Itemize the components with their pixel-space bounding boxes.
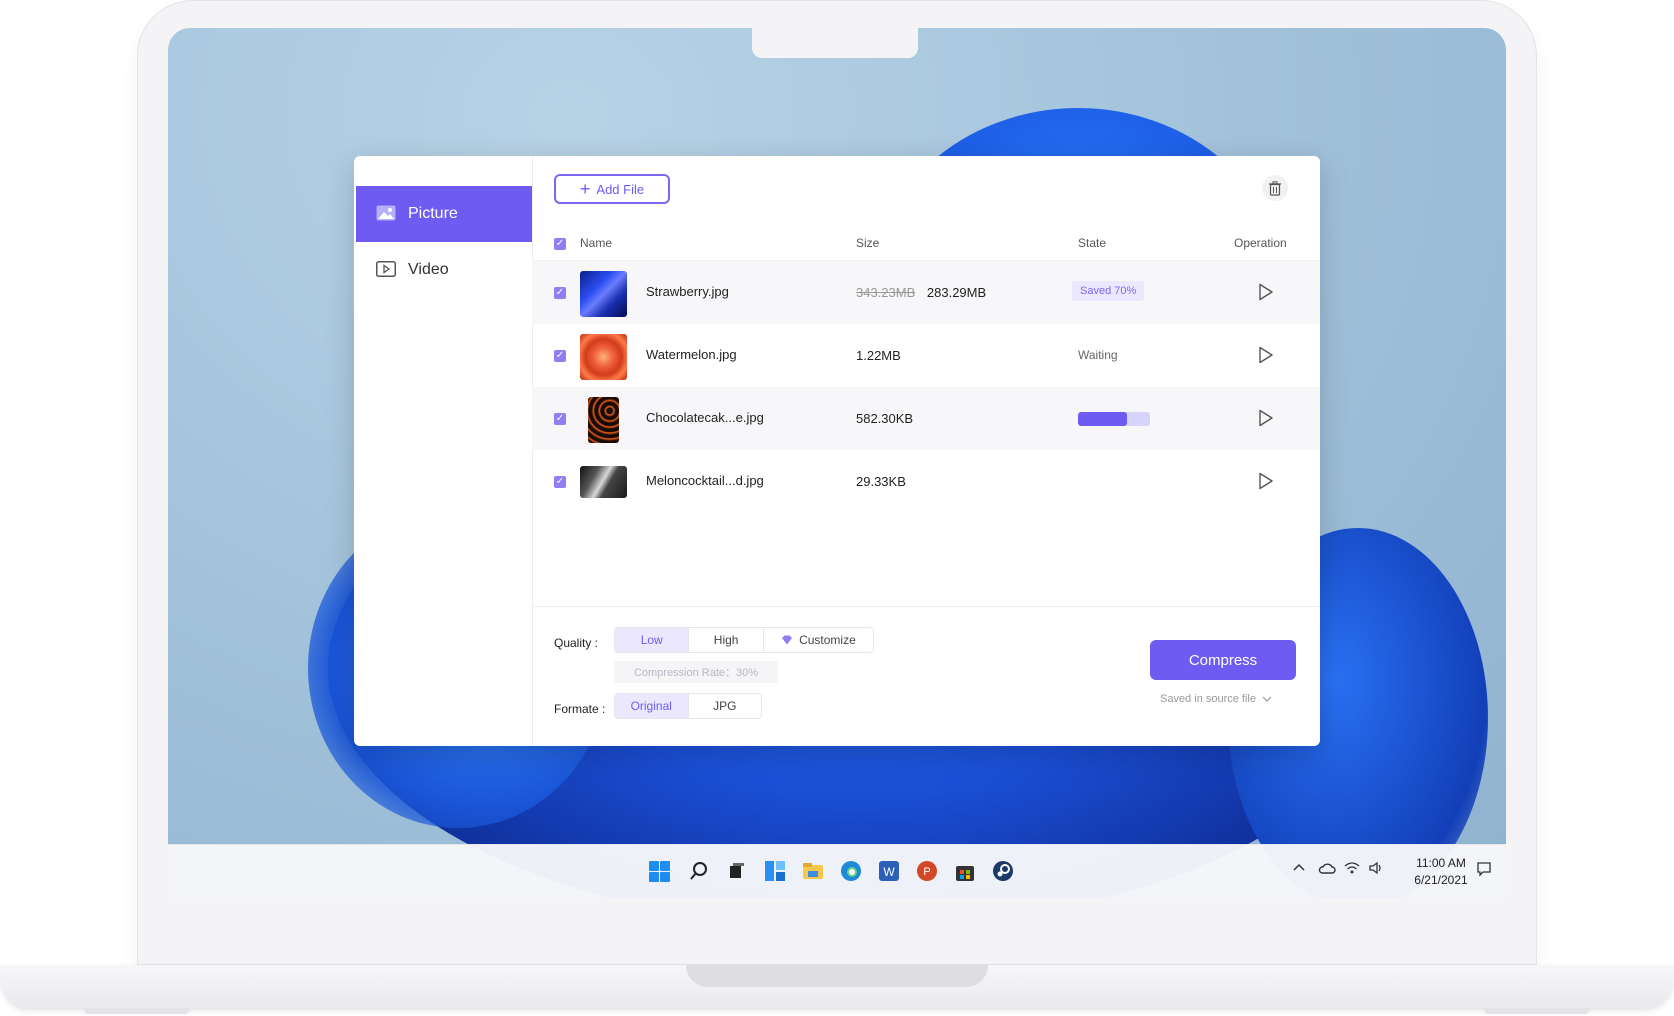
system-clock[interactable]: 11:00 AM 6/21/2021 — [1406, 855, 1476, 889]
row-checkbox[interactable]: ✓ — [554, 476, 566, 488]
file-name: Chocolatecak...e.jpg — [646, 410, 764, 425]
powerpoint-icon[interactable]: P — [914, 858, 940, 884]
add-file-label: Add File — [596, 181, 645, 197]
file-thumbnail — [580, 466, 627, 498]
widgets-icon[interactable] — [762, 858, 788, 884]
diamond-icon — [782, 635, 793, 645]
taskbar: W P 11:00 AM 6/21/2021 — [168, 844, 1506, 898]
table-row[interactable]: ✓ Strawberry.jpg 343.23MB 283.29MB Saved… — [532, 261, 1320, 324]
sidebar: Picture Video — [354, 156, 533, 746]
column-header-size: Size — [856, 236, 880, 250]
row-checkbox[interactable]: ✓ — [554, 413, 566, 425]
clock-time: 11:00 AM — [1416, 856, 1466, 870]
compression-rate: Compression Rate：30% — [614, 661, 778, 683]
video-icon — [376, 261, 398, 279]
sidebar-item-label: Picture — [408, 205, 458, 222]
windows-start-icon[interactable] — [646, 858, 672, 884]
task-view-icon[interactable] — [724, 858, 750, 884]
status-badge: Saved 70% — [1072, 281, 1145, 301]
select-all-checkbox[interactable]: ✓ — [554, 238, 566, 250]
play-icon[interactable] — [1258, 346, 1274, 364]
file-thumbnail — [580, 271, 627, 317]
wifi-icon[interactable] — [1344, 861, 1360, 878]
svg-text:P: P — [923, 866, 930, 878]
save-location-label: Saved in source file — [1160, 693, 1256, 705]
column-header-name: Name — [580, 236, 613, 250]
svg-text:W: W — [883, 865, 895, 879]
quality-label: Quality : — [554, 636, 599, 650]
row-checkbox[interactable]: ✓ — [554, 287, 566, 299]
settings-panel: Quality : Low High Customize Compression… — [532, 606, 1320, 746]
onedrive-icon[interactable] — [1318, 861, 1336, 878]
trash-icon — [1269, 180, 1281, 196]
quality-option-high[interactable]: High — [689, 628, 764, 652]
file-name: Watermelon.jpg — [646, 347, 737, 362]
word-icon[interactable]: W — [876, 858, 902, 884]
main-content: + Add File ✓ Name Size State Operation ✓… — [532, 156, 1320, 746]
file-size: 343.23MB 283.29MB — [856, 285, 986, 300]
table-row[interactable]: ✓ Watermelon.jpg 1.22MB Waiting — [532, 324, 1320, 387]
play-icon[interactable] — [1258, 283, 1274, 301]
progress-fill — [1078, 412, 1127, 426]
laptop-base-notch — [686, 965, 988, 987]
compression-progress-bar — [1078, 412, 1150, 426]
sidebar-item-label: Video — [408, 261, 449, 278]
original-size: 343.23MB — [856, 285, 916, 300]
column-header-state: State — [1078, 236, 1107, 250]
steam-icon[interactable] — [990, 858, 1016, 884]
customize-label: Customize — [799, 633, 856, 647]
column-header-operation: Operation — [1234, 236, 1287, 250]
format-label: Formate : — [554, 702, 606, 716]
add-file-button[interactable]: + Add File — [554, 174, 670, 204]
format-option-original[interactable]: Original — [615, 694, 689, 718]
format-option-jpg[interactable]: JPG — [689, 694, 762, 718]
file-size: 29.33KB — [856, 474, 906, 489]
format-selector: Original JPG — [614, 693, 762, 719]
file-name: Meloncocktail...d.jpg — [646, 473, 764, 488]
file-size: 1.22MB — [856, 348, 901, 363]
notification-icon[interactable] — [1476, 861, 1492, 880]
sidebar-item-picture[interactable]: Picture — [356, 186, 532, 242]
play-icon[interactable] — [1258, 472, 1274, 490]
chevron-down-icon — [1262, 696, 1272, 702]
quality-selector: Low High Customize — [614, 627, 874, 653]
store-icon[interactable] — [952, 858, 978, 884]
compressor-window: Picture Video + Add File ✓ Name Size Sta… — [354, 156, 1320, 746]
delete-all-button[interactable] — [1262, 175, 1288, 201]
file-size: 582.30KB — [856, 411, 914, 426]
laptop-foot-left — [84, 1008, 189, 1014]
row-checkbox[interactable]: ✓ — [554, 350, 566, 362]
chevron-up-icon[interactable] — [1292, 861, 1306, 878]
play-icon[interactable] — [1258, 409, 1274, 427]
edge-browser-icon[interactable] — [838, 858, 864, 884]
search-icon[interactable] — [686, 858, 712, 884]
image-icon — [376, 205, 398, 223]
camera-notch — [752, 28, 918, 58]
clock-date: 6/21/2021 — [1414, 873, 1468, 887]
compressed-size: 283.29MB — [926, 285, 987, 300]
file-thumbnail — [588, 397, 619, 443]
table-row[interactable]: ✓ Chocolatecak...e.jpg 582.30KB — [532, 387, 1320, 450]
quality-option-customize[interactable]: Customize — [764, 628, 873, 652]
compress-button[interactable]: Compress — [1150, 640, 1296, 680]
quality-option-low[interactable]: Low — [615, 628, 690, 652]
volume-icon[interactable] — [1368, 861, 1384, 878]
file-thumbnail — [580, 334, 627, 380]
plus-icon: + — [579, 179, 591, 199]
status-text: Waiting — [1078, 348, 1118, 362]
laptop-foot-right — [1484, 1008, 1589, 1014]
table-row[interactable]: ✓ Meloncocktail...d.jpg 29.33KB — [532, 450, 1320, 513]
sidebar-item-video[interactable]: Video — [356, 242, 532, 298]
table-header: ✓ Name Size State Operation — [532, 228, 1320, 261]
file-explorer-icon[interactable] — [800, 858, 826, 884]
save-location-dropdown[interactable]: Saved in source file — [1160, 693, 1272, 705]
file-name: Strawberry.jpg — [646, 284, 729, 299]
